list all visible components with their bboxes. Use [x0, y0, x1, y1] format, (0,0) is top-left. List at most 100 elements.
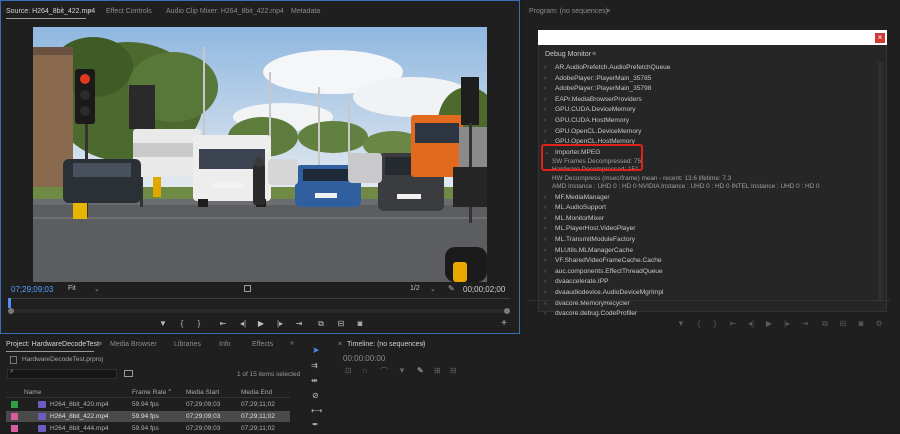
debug-item[interactable]: › EAPr.MediaBrowserProviders	[544, 95, 642, 105]
mark-out-bracket-icon[interactable]: }	[192, 318, 206, 330]
chevron-right-icon[interactable]: ›	[544, 267, 555, 277]
debug-item[interactable]: › GPU.OpenCL.DeviceMemory	[544, 127, 641, 137]
debug-item[interactable]: › ML.MonitorMixer	[544, 214, 604, 224]
column-media-start[interactable]: Media Start	[186, 389, 219, 396]
timeline-extra-icon[interactable]: ⊟	[450, 366, 457, 375]
program-export-frame-icon[interactable]: ◙	[854, 318, 868, 330]
project-tab-menu-icon[interactable]: ≡	[98, 341, 102, 348]
program-go-out-icon[interactable]: ⇥	[798, 318, 812, 330]
mark-in-icon[interactable]: ▼	[156, 318, 170, 330]
debug-scrollbar[interactable]	[878, 62, 883, 302]
program-go-in-icon[interactable]: ⇤	[726, 318, 740, 330]
program-settings-icon[interactable]: ⚙	[872, 318, 886, 330]
tab-effects[interactable]: Effects	[252, 341, 273, 348]
tab-effect-controls[interactable]: Effect Controls	[106, 8, 152, 15]
insert-icon[interactable]: ⧉	[314, 318, 328, 330]
slip-tool-icon[interactable]: ⟷	[311, 406, 322, 415]
playhead-icon[interactable]	[8, 298, 11, 308]
overwrite-icon[interactable]: ⊟	[334, 318, 348, 330]
debug-item[interactable]: › dvacore.debug.CodeProfiler	[544, 309, 637, 319]
tab-audio-clip-mixer[interactable]: Audio Clip Mixer: H264_8bit_422.mp4	[166, 8, 284, 15]
source-zoom-bar[interactable]	[8, 309, 510, 313]
debug-item[interactable]: › MLUtils.MLManagerCache	[544, 246, 633, 256]
debug-item[interactable]: › GPU.CUDA.DeviceMemory	[544, 105, 636, 115]
add-button[interactable]: +	[497, 318, 511, 330]
chevron-right-icon[interactable]: ›	[544, 116, 555, 126]
chevron-right-icon[interactable]: ›	[544, 309, 555, 319]
pen-tool-icon[interactable]: ✒	[312, 420, 319, 429]
chevron-right-icon[interactable]: ›	[544, 63, 555, 73]
source-zoom-handle-left[interactable]	[8, 308, 14, 314]
chevron-right-icon[interactable]: ›	[544, 127, 555, 137]
program-step-back-icon[interactable]: ◂|	[744, 318, 758, 330]
chevron-right-icon[interactable]: ›	[544, 224, 555, 234]
extract-icon[interactable]: ⊟	[836, 318, 850, 330]
linked-selection-icon[interactable]: ∩	[362, 366, 368, 375]
label-color-swatch[interactable]	[11, 413, 18, 420]
program-in-bracket-icon[interactable]: {	[692, 318, 706, 330]
debug-item[interactable]: › AdobePlayer::PlayerMain_35785	[544, 74, 651, 84]
add-marker-icon[interactable]: ⌒	[380, 366, 388, 377]
chevron-right-icon[interactable]: ›	[544, 203, 555, 213]
export-frame-icon[interactable]: ◙	[353, 318, 367, 330]
program-mark-in-icon[interactable]: ▼	[674, 318, 688, 330]
chevron-right-icon[interactable]: ›	[544, 214, 555, 224]
debug-item[interactable]: › ML.AudioSupport	[544, 203, 606, 213]
debug-close-button[interactable]: ×	[875, 33, 885, 43]
timeline-close-icon[interactable]: ×	[338, 341, 342, 348]
chevron-right-icon[interactable]: ›	[544, 246, 555, 256]
tab-source[interactable]: Source: H264_8bit_422.mp4	[6, 8, 95, 15]
mark-icon[interactable]	[244, 285, 251, 292]
go-to-out-icon[interactable]: ⇥	[292, 318, 306, 330]
razor-tool-icon[interactable]: ⊘	[312, 391, 319, 400]
column-frame-rate[interactable]: Frame Rate	[132, 389, 166, 396]
chevron-right-icon[interactable]: ›	[544, 105, 555, 115]
program-tab-menu-icon[interactable]: ≡	[606, 8, 610, 15]
debug-item[interactable]: › dvaaccelerate.IPP	[544, 277, 609, 287]
debug-item[interactable]: › VF.SharedVideoFrameCache.Cache	[544, 256, 662, 266]
debug-item[interactable]: › auc.components.EffectThreadQueue	[544, 267, 663, 277]
chevron-right-icon[interactable]: ›	[544, 288, 555, 298]
debug-item[interactable]: › MF.MediaManager	[544, 193, 610, 203]
snap-icon[interactable]: ⊡	[345, 366, 352, 375]
step-forward-icon[interactable]: |▸	[273, 318, 287, 330]
source-tab-menu-icon[interactable]: ≡	[88, 8, 92, 15]
debug-title-menu-icon[interactable]: ≡	[592, 51, 596, 58]
tab-libraries[interactable]: Libraries	[174, 341, 201, 348]
source-timecode[interactable]: 07;29;09;03	[11, 285, 53, 294]
chevron-right-icon[interactable]: ›	[544, 235, 555, 245]
debug-item[interactable]: › AdobePlayer::PlayerMain_35798	[544, 84, 651, 94]
debug-item[interactable]: › GPU.CUDA.HostMemory	[544, 116, 629, 126]
captions-icon[interactable]: ⊞	[434, 366, 441, 375]
timeline-timecode[interactable]: 00:00:00:00	[343, 354, 385, 363]
ripple-edit-tool-icon[interactable]: ⇹	[311, 376, 318, 385]
tab-media-browser[interactable]: Media Browser	[110, 341, 157, 348]
tab-project[interactable]: Project: HardwareDecodeTest	[6, 341, 99, 348]
debug-item[interactable]: › ML.TransmitModuleFactory	[544, 235, 635, 245]
selection-tool-icon[interactable]: ➤	[312, 345, 320, 356]
tab-metadata[interactable]: Metadata	[291, 8, 320, 15]
program-title[interactable]: Program: (no sequences)	[529, 8, 608, 15]
chevron-right-icon[interactable]: ›	[544, 84, 555, 94]
column-media-end[interactable]: Media End	[241, 389, 272, 396]
column-name[interactable]: Name	[24, 389, 41, 396]
timeline-settings-icon[interactable]: ✎	[417, 366, 424, 375]
fit-dropdown[interactable]: Fit ⌄	[68, 285, 102, 295]
wrench-icon[interactable]: ✎	[448, 284, 455, 293]
tab-info[interactable]: Info	[219, 341, 231, 348]
chevron-right-icon[interactable]: ›	[544, 277, 555, 287]
track-select-tool-icon[interactable]: ⇉	[311, 361, 318, 370]
lift-icon[interactable]: ⧉	[818, 318, 832, 330]
search-input[interactable]	[7, 369, 117, 379]
debug-item[interactable]: › dvaaudiodevice.AudioDeviceMgrImpl	[544, 288, 664, 298]
resolution-dropdown[interactable]: 1/2 ⌄	[410, 285, 440, 295]
more-panels-icon[interactable]: »	[290, 340, 294, 347]
mark-in-bracket-icon[interactable]: {	[175, 318, 189, 330]
program-out-bracket-icon[interactable]: }	[708, 318, 722, 330]
chevron-right-icon[interactable]: ›	[544, 256, 555, 266]
label-color-swatch[interactable]	[11, 401, 18, 408]
source-time-ruler[interactable]	[8, 298, 510, 308]
program-play-icon[interactable]: ▶	[762, 318, 776, 330]
marker-icon[interactable]: ▼	[398, 366, 406, 375]
debug-item[interactable]: › ML.PlayerHost.VideoPlayer	[544, 224, 636, 234]
